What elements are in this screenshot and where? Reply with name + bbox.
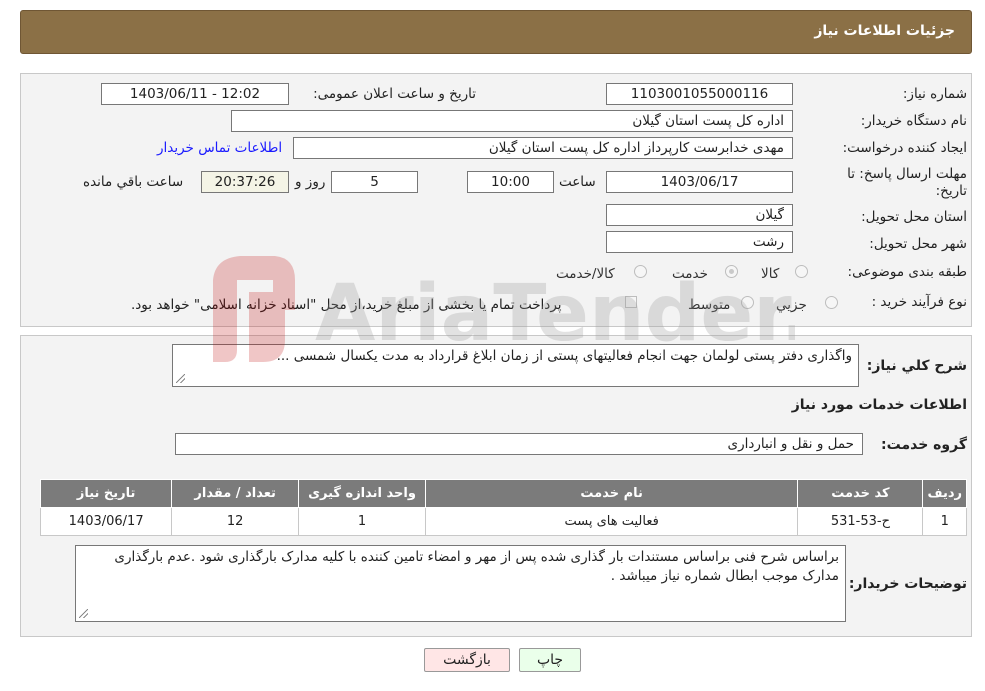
process-option-minor-label: جزیي xyxy=(776,297,807,313)
city-field: رشت xyxy=(606,231,793,253)
cell-quantity: 12 xyxy=(171,507,300,536)
back-button[interactable]: بازگشت xyxy=(424,648,510,672)
category-option-goods-radio[interactable] xyxy=(795,265,808,278)
province-label: استان محل تحویل: xyxy=(861,209,967,225)
remaining-time-field: 20:37:26 xyxy=(201,171,289,193)
deadline-label: مهلت ارسال پاسخ: تا xyxy=(847,166,967,182)
print-button[interactable]: چاپ xyxy=(519,648,581,672)
category-label: طبقه بندی موضوعی: xyxy=(847,264,967,280)
col-quantity: تعداد / مقدار xyxy=(171,479,300,508)
days-label: روز و xyxy=(295,174,326,190)
service-group-label: گروه خدمت: xyxy=(881,437,967,453)
buyer-org-label: نام دستگاه خریدار: xyxy=(860,113,967,129)
summary-text: واگذاری دفتر پستی لولمان جهت انجام فعالی… xyxy=(276,348,852,364)
page-header: جزئیات اطلاعات نیاز xyxy=(20,10,972,54)
deadline-label-2: تاریخ: xyxy=(935,183,967,199)
col-unit: واحد اندازه گیری xyxy=(298,479,426,508)
summary-label: شرح کلي نياز: xyxy=(866,358,967,374)
buyer-notes-text: براساس شرح فنی براساس مستندات بار گذاری … xyxy=(114,549,839,584)
announce-field: 1403/06/11 - 12:02 xyxy=(101,83,289,105)
process-option-medium-label: متوسط xyxy=(688,297,731,313)
cell-row: 1 xyxy=(922,507,967,536)
category-option-both-radio[interactable] xyxy=(634,265,647,278)
resize-handle-icon[interactable] xyxy=(176,374,185,383)
col-service-name: نام خدمت xyxy=(424,479,799,508)
col-row: ردیف xyxy=(922,479,967,508)
process-option-medium-radio[interactable] xyxy=(741,296,754,309)
creator-label: ایجاد کننده درخواست: xyxy=(842,140,967,156)
category-option-goods-label: کالا xyxy=(761,266,780,282)
cell-unit: 1 xyxy=(298,507,426,536)
days-field: 5 xyxy=(331,171,418,193)
col-need-date: تاریخ نیاز xyxy=(39,479,173,508)
buyer-notes-label: توضیحات خریدار: xyxy=(848,576,967,592)
process-option-minor-radio[interactable] xyxy=(825,296,838,309)
deadline-time-field: 10:00 xyxy=(467,171,554,193)
category-option-both-label: کالا/خدمت xyxy=(556,266,615,282)
creator-field: مهدی خدابرست کارپرداز اداره کل پست استان… xyxy=(293,137,793,159)
announce-label: تاریخ و ساعت اعلان عمومی: xyxy=(313,86,476,102)
need-number-label: شماره نیاز: xyxy=(902,86,967,102)
remaining-label: ساعت باقي مانده xyxy=(83,174,184,190)
cell-code: ح-53-531 xyxy=(797,507,924,536)
buyer-org-field: اداره کل پست استان گیلان xyxy=(231,110,793,132)
treasury-payment-checkbox[interactable] xyxy=(625,296,637,308)
services-section-title: اطلاعات خدمات مورد نياز xyxy=(791,397,967,413)
buyer-contact-link[interactable]: اطلاعات تماس خریدار xyxy=(157,140,282,156)
services-table-header: ردیف کد خدمت نام خدمت واحد اندازه گیری ت… xyxy=(39,479,967,508)
cell-service-name: فعالیت های پست xyxy=(424,507,799,536)
category-option-service-radio[interactable] xyxy=(725,265,738,278)
cell-need-date: 1403/06/17 xyxy=(39,507,173,536)
category-option-service-label: خدمت xyxy=(672,266,708,282)
city-label: شهر محل تحویل: xyxy=(869,236,967,252)
service-group-field: حمل و نقل و انبارداری xyxy=(175,433,863,455)
treasury-payment-note: پرداخت تمام یا بخشی از مبلغ خرید،از محل … xyxy=(131,297,562,313)
table-row: 1 ح-53-531 فعالیت های پست 1 12 1403/06/1… xyxy=(39,507,967,536)
deadline-time-label: ساعت xyxy=(559,174,596,190)
page-title: جزئیات اطلاعات نیاز xyxy=(814,23,955,39)
province-field: گیلان xyxy=(606,204,793,226)
buyer-notes-textarea[interactable]: براساس شرح فنی براساس مستندات بار گذاری … xyxy=(75,545,846,622)
resize-handle-icon[interactable] xyxy=(79,609,88,618)
need-number-field: 1103001055000116 xyxy=(606,83,793,105)
summary-textarea[interactable]: واگذاری دفتر پستی لولمان جهت انجام فعالی… xyxy=(172,344,859,387)
process-label: نوع فرآیند خرید : xyxy=(871,294,967,310)
col-code: کد خدمت xyxy=(797,479,924,508)
services-table: ردیف کد خدمت نام خدمت واحد اندازه گیری ت… xyxy=(39,479,967,536)
deadline-date-field: 1403/06/17 xyxy=(606,171,793,193)
